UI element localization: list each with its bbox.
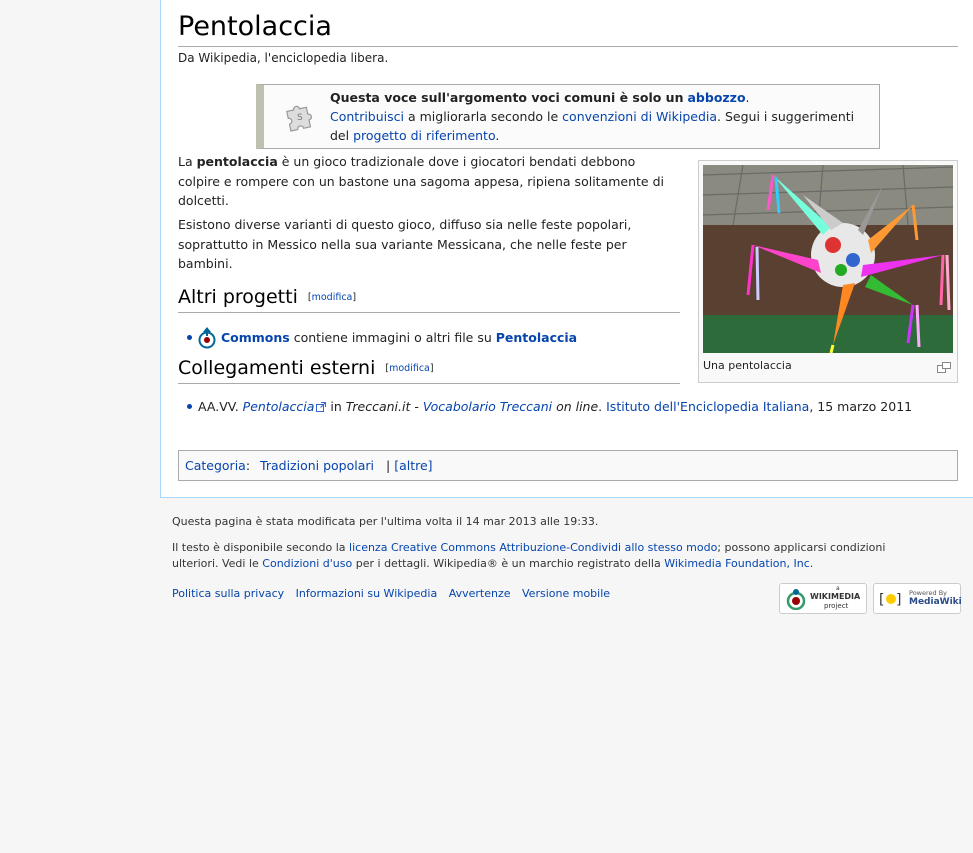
stub-mid: a migliorarla secondo le bbox=[404, 109, 563, 124]
privacy-link[interactable]: Politica sulla privacy bbox=[172, 587, 284, 600]
intro-text: La bbox=[178, 154, 197, 169]
wikimedia-project-badge[interactable]: a WIKIMEDIA project bbox=[779, 583, 867, 614]
separator: | bbox=[386, 458, 391, 473]
footer-links: Politica sulla privacy Informazioni su W… bbox=[172, 587, 610, 600]
image-thumbnail: Una pentolaccia bbox=[698, 160, 958, 383]
commons-list-item: Commons contiene immagini o altri file s… bbox=[221, 328, 577, 348]
section-title: Altri progetti bbox=[178, 286, 298, 308]
license-text-c: per i dettagli. Wikipedia® è un marchio … bbox=[352, 557, 665, 570]
license-link[interactable]: licenza Creative Commons Attribuzione-Co… bbox=[349, 541, 717, 554]
badge-top-text: a bbox=[836, 585, 840, 592]
content-area: Pentolaccia Da Wikipedia, l'enciclopedia… bbox=[160, 0, 973, 498]
online-text: on line bbox=[552, 399, 599, 414]
section-heading-altri-progetti: Altri progetti [modifica] bbox=[178, 285, 680, 313]
badge-sub-text: project bbox=[824, 602, 849, 610]
publisher-link[interactable]: Istituto dell'Enciclopedia Italiana bbox=[606, 399, 809, 414]
dot: . bbox=[598, 399, 607, 414]
disclaimer-link[interactable]: Avvertenze bbox=[449, 587, 511, 600]
page-title: Pentolaccia bbox=[178, 10, 958, 47]
edit-link[interactable]: modifica bbox=[312, 292, 353, 303]
dash: - bbox=[410, 399, 423, 414]
project-link[interactable]: progetto di riferimento bbox=[353, 128, 495, 143]
wikimedia-logo-icon bbox=[786, 589, 806, 610]
site-subtitle: Da Wikipedia, l'enciclopedia libera. bbox=[178, 51, 389, 65]
contribute-link[interactable]: Contribuisci bbox=[330, 109, 404, 124]
other-categories-link[interactable]: [altre] bbox=[394, 458, 432, 473]
treccani-title-link[interactable]: Pentolaccia bbox=[243, 399, 315, 414]
text-in: in bbox=[326, 399, 346, 414]
stub-after: . Segui i suggerimenti bbox=[717, 109, 855, 124]
section-heading-collegamenti: Collegamenti esterni [modifica] bbox=[178, 356, 680, 384]
stub-punct: . bbox=[745, 90, 750, 105]
wmf-link[interactable]: Wikimedia Foundation, Inc. bbox=[664, 557, 813, 570]
last-modified: Questa pagina è stata modificata per l'u… bbox=[172, 515, 599, 528]
commons-text: contiene immagini o altri file su bbox=[289, 330, 496, 345]
puzzle-icon: S bbox=[286, 105, 313, 132]
pinata-image[interactable] bbox=[703, 165, 953, 353]
license-text: Il testo è disponibile secondo la licenz… bbox=[172, 540, 932, 572]
category-item-link[interactable]: Tradizioni popolari bbox=[260, 458, 374, 473]
edit-link[interactable]: modifica bbox=[389, 363, 430, 374]
category-label-link[interactable]: Categoria bbox=[185, 458, 246, 473]
bracket: ] bbox=[429, 362, 434, 374]
badge-top-text: Powered By bbox=[909, 589, 948, 597]
about-link[interactable]: Informazioni su Wikipedia bbox=[296, 587, 438, 600]
svg-text:]: ] bbox=[896, 592, 901, 608]
mediawiki-logo-icon: [ ] bbox=[879, 592, 901, 608]
stub-link[interactable]: abbozzo bbox=[687, 90, 745, 105]
section-title: Collegamenti esterni bbox=[178, 357, 376, 379]
license-text-a: Il testo è disponibile secondo la bbox=[172, 541, 350, 554]
badge-main-text: WIKIMEDIA bbox=[810, 592, 861, 601]
intro-paragraph-1: La pentolaccia è un gioco tradizionale d… bbox=[178, 152, 678, 211]
intro-bold: pentolaccia bbox=[196, 154, 278, 169]
date-text: , 15 marzo 2011 bbox=[809, 399, 913, 414]
conventions-link[interactable]: convenzioni di Wikipedia bbox=[562, 109, 717, 124]
stub-end: . bbox=[495, 128, 500, 143]
intro-paragraph-2: Esistono diverse varianti di questo gioc… bbox=[178, 217, 632, 271]
bracket: ] bbox=[352, 291, 357, 303]
external-link-item: AA.VV. Pentolaccia in Treccani.it - Voca… bbox=[198, 397, 918, 417]
terms-link[interactable]: Condizioni d'uso bbox=[262, 557, 352, 570]
badge-main-text: MediaWiki bbox=[909, 597, 962, 607]
edit-section-link[interactable]: [modifica] bbox=[385, 363, 433, 374]
colon: : bbox=[245, 458, 251, 473]
edit-section-link[interactable]: [modifica] bbox=[308, 292, 356, 303]
commons-icon bbox=[198, 327, 216, 349]
site-name: Treccani.it bbox=[345, 399, 411, 414]
stub-del: del bbox=[330, 128, 354, 143]
commons-link[interactable]: Commons bbox=[221, 330, 290, 345]
external-link-icon bbox=[316, 402, 327, 412]
mediawiki-badge[interactable]: [ ] Powered By MediaWiki bbox=[873, 583, 962, 614]
stub-notice: S Questa voce sull'argomento voci comuni… bbox=[256, 84, 880, 149]
category-links: Categoria: Tradizioni popolari | [altre] bbox=[178, 450, 958, 481]
authors: AA.VV. bbox=[198, 399, 243, 414]
mobile-view-link[interactable]: Versione mobile bbox=[522, 587, 610, 600]
stub-text: Questa voce sull'argomento voci comuni è… bbox=[330, 88, 878, 145]
stub-bold-text: Questa voce sull'argomento voci comuni è… bbox=[330, 90, 684, 105]
commons-target-link[interactable]: Pentolaccia bbox=[496, 330, 577, 345]
svg-text:S: S bbox=[297, 113, 303, 123]
enlarge-icon[interactable] bbox=[937, 362, 951, 373]
svg-text:[: [ bbox=[879, 592, 884, 608]
thumbnail-caption: Una pentolaccia bbox=[703, 359, 792, 372]
vocabolario-link[interactable]: Vocabolario Treccani bbox=[423, 399, 552, 414]
